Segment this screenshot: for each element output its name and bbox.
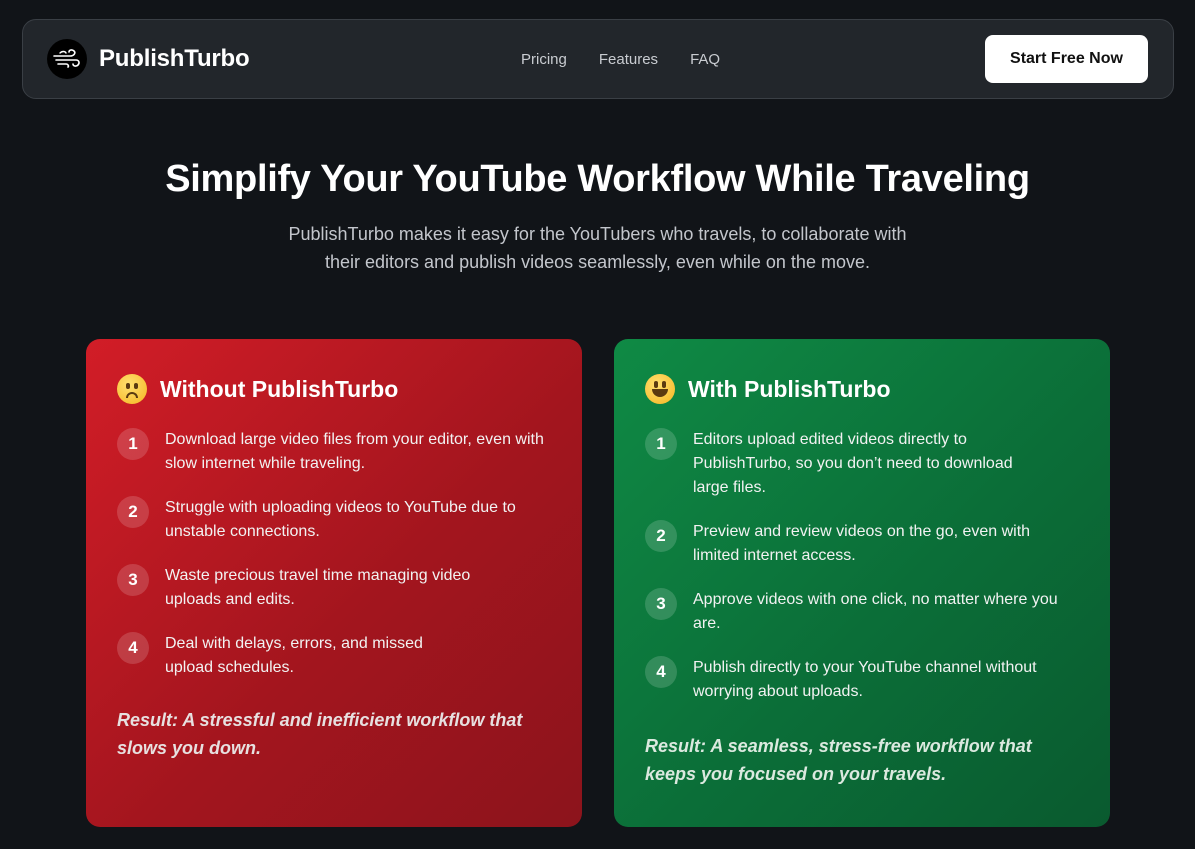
step-text: Approve videos with one click, no matter… xyxy=(693,591,1058,632)
with-steps: 1 Editors upload edited videos directly … xyxy=(645,428,1078,704)
top-navbar: PublishTurbo Pricing Features FAQ Start … xyxy=(22,19,1174,99)
step-number: 4 xyxy=(645,656,677,688)
with-card: With PublishTurbo 1 Editors upload edite… xyxy=(614,339,1110,827)
step-number: 4 xyxy=(117,632,149,664)
without-result: Result: A stressful and inefficient work… xyxy=(117,710,523,758)
list-item: 3 Approve videos with one click, no matt… xyxy=(645,588,1078,636)
without-card-title: Without PublishTurbo xyxy=(160,375,399,402)
with-result: Result: A seamless, stress-free workflow… xyxy=(645,736,1032,784)
sad-face-icon xyxy=(117,374,147,404)
list-item: 4 Deal with delays, errors, and missed u… xyxy=(117,632,550,680)
brand[interactable]: PublishTurbo xyxy=(47,39,250,79)
brand-name: PublishTurbo xyxy=(99,45,250,72)
list-item: 2 Preview and review videos on the go, e… xyxy=(645,520,1078,568)
step-text: Deal with delays, errors, and missed upl… xyxy=(165,635,423,676)
without-card-header: Without PublishTurbo xyxy=(117,372,550,406)
list-item: 4 Publish directly to your YouTube chann… xyxy=(645,656,1078,704)
without-steps: 1 Download large video files from your e… xyxy=(117,428,550,680)
step-number: 3 xyxy=(645,588,677,620)
step-number: 1 xyxy=(117,428,149,460)
start-free-button[interactable]: Start Free Now xyxy=(985,35,1148,83)
step-number: 2 xyxy=(645,520,677,552)
nav-link-pricing[interactable]: Pricing xyxy=(521,50,567,70)
step-text: Publish directly to your YouTube channel… xyxy=(693,659,1037,700)
hero-subtitle: PublishTurbo makes it easy for the YouTu… xyxy=(288,224,907,272)
without-card: Without PublishTurbo 1 Download large vi… xyxy=(86,339,582,827)
with-card-header: With PublishTurbo xyxy=(645,372,1078,406)
step-text: Preview and review videos on the go, eve… xyxy=(693,523,1031,564)
step-number: 3 xyxy=(117,564,149,596)
step-text: Waste precious travel time managing vide… xyxy=(165,567,471,608)
step-text: Download large video files from your edi… xyxy=(165,431,544,472)
step-text: Editors upload edited videos directly to… xyxy=(693,431,1013,496)
with-card-title: With PublishTurbo xyxy=(688,375,891,402)
step-number: 2 xyxy=(117,496,149,528)
list-item: 1 Editors upload edited videos directly … xyxy=(645,428,1078,500)
step-number: 1 xyxy=(645,428,677,460)
smiley-face-icon xyxy=(645,374,675,404)
hero-title: Simplify Your YouTube Workflow While Tra… xyxy=(165,158,1030,200)
wind-logo-icon xyxy=(47,39,87,79)
nav-link-features[interactable]: Features xyxy=(599,50,658,70)
nav-link-faq[interactable]: FAQ xyxy=(690,50,720,70)
step-text: Struggle with uploading videos to YouTub… xyxy=(165,499,516,540)
list-item: 2 Struggle with uploading videos to YouT… xyxy=(117,496,550,544)
list-item: 3 Waste precious travel time managing vi… xyxy=(117,564,550,612)
list-item: 1 Download large video files from your e… xyxy=(117,428,550,476)
nav-links: Pricing Features FAQ xyxy=(521,50,752,70)
